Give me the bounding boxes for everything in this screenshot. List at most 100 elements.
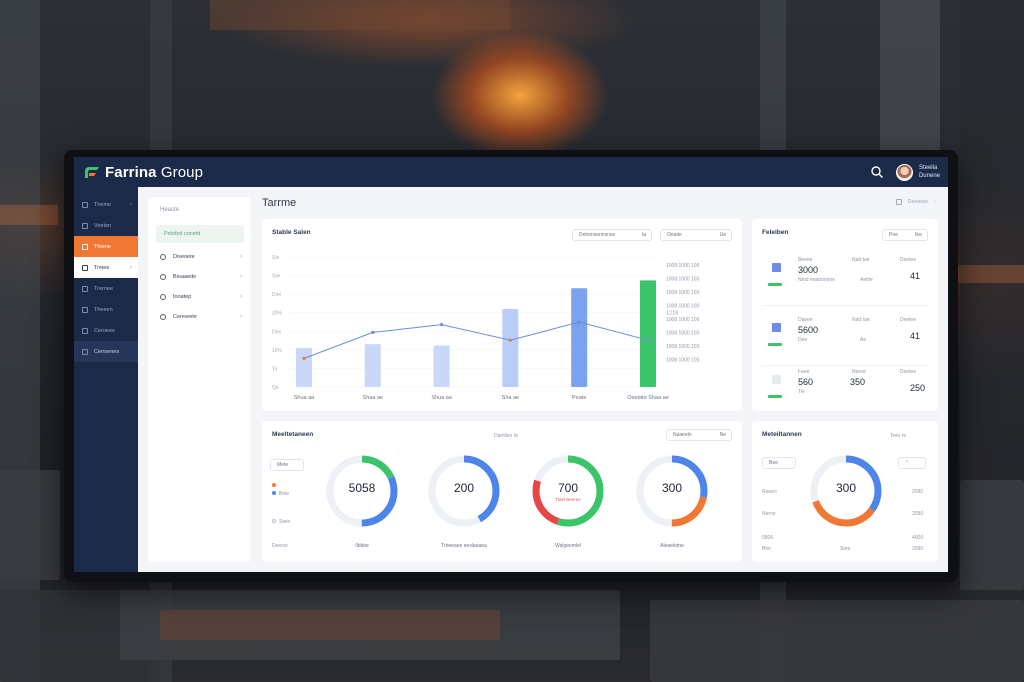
subnav-item-4[interactable]: Cenoeete › bbox=[160, 311, 242, 323]
forecast-row-value: 560 bbox=[798, 377, 814, 387]
left-label: 5806 bbox=[762, 535, 774, 541]
right-label: 2090 bbox=[912, 489, 924, 495]
right-label: 2090 bbox=[912, 511, 924, 517]
header-actions[interactable]: Deneste › bbox=[895, 199, 936, 205]
avatar[interactable] bbox=[895, 163, 913, 181]
card-title: Meteiltannen bbox=[762, 431, 802, 438]
maintenance-filter[interactable]: Damllen Ie bbox=[494, 433, 518, 439]
pill-label: Pee bbox=[889, 232, 898, 238]
summary-filter[interactable]: Tees Ie bbox=[890, 433, 906, 439]
trend-indicator: ⌃ bbox=[898, 457, 926, 469]
y-tick-label: Ta bbox=[272, 366, 278, 372]
logo[interactable]: Farrina Group bbox=[84, 164, 203, 181]
forecast-row-marker bbox=[772, 323, 781, 332]
kpi-donut[interactable]: 300 bbox=[632, 451, 712, 531]
kpi-donut[interactable]: 700 Tlael Beerne bbox=[528, 451, 608, 531]
forecast-row-right: Deetee bbox=[900, 257, 917, 263]
doc-icon bbox=[82, 243, 88, 250]
user-info[interactable]: Steelia Dunene bbox=[919, 164, 940, 180]
y-tick-label: Qe bbox=[272, 385, 279, 391]
circle-icon bbox=[160, 294, 166, 300]
forecast-filter[interactable]: Pee Ibe bbox=[882, 229, 928, 241]
chevron-right-icon: › bbox=[240, 294, 242, 300]
chevron-right-icon: › bbox=[934, 199, 936, 205]
chevron-right-icon: › bbox=[240, 274, 242, 280]
forecast-row-mid-value: 350 bbox=[850, 377, 866, 387]
x-tick-label: Peate bbox=[572, 395, 586, 401]
subnav-active-item[interactable]: Pstefsd conetd bbox=[156, 225, 244, 243]
subnav-title: Heaste bbox=[160, 207, 180, 213]
sidebar-item-label: Theeen bbox=[94, 306, 113, 313]
forecast-row-marker bbox=[772, 263, 781, 272]
chart-bar bbox=[571, 288, 588, 387]
y-right-tick-label: 1008 1000 100 bbox=[666, 290, 700, 296]
legend-dot bbox=[272, 483, 276, 487]
sidebar-item-trernee[interactable]: Trernee bbox=[74, 278, 138, 299]
forecast-row-right: Deetee bbox=[900, 317, 917, 323]
forecast-row-mid2: Aeitte bbox=[860, 277, 873, 283]
chart-bar bbox=[364, 344, 381, 387]
kpi-donut[interactable]: 5058 bbox=[322, 451, 402, 531]
chart-icon bbox=[82, 264, 88, 271]
donut-value: 700 bbox=[557, 481, 579, 495]
donut-label: Ilbbbe bbox=[355, 543, 369, 549]
sidebar-item-label: Thiene bbox=[94, 243, 111, 250]
sidebar-item-theme[interactable]: Theme › bbox=[74, 194, 138, 215]
y-tick-label: Siie bbox=[272, 274, 281, 280]
donut-value: 300 bbox=[661, 481, 683, 495]
y-right-tick-label: 1008 1000 100 bbox=[666, 317, 700, 323]
forecast-row-mid: Natt tae bbox=[852, 257, 870, 263]
chevron-right-icon: › bbox=[130, 264, 132, 271]
summary-donut[interactable]: 300 bbox=[806, 451, 886, 531]
right-label: 2090 bbox=[912, 546, 924, 552]
sidebar-item-ceroees[interactable]: Ceroees bbox=[74, 320, 138, 341]
legend-pill: Mete bbox=[270, 459, 304, 471]
brand-name: Farrina bbox=[105, 163, 157, 181]
left-label: Nerne bbox=[762, 511, 776, 517]
subnav-item-1[interactable]: Diseoete › bbox=[160, 251, 242, 263]
chart-bar bbox=[640, 280, 656, 387]
y-right-tick-label: 1008 1000 100 bbox=[666, 331, 700, 337]
sidebar-item-veeten[interactable]: Veeten bbox=[74, 215, 138, 236]
y-right-tick-label: 1008 1000 100 bbox=[666, 277, 700, 283]
subnav-item-3[interactable]: Iooatep › bbox=[160, 291, 242, 303]
kpi-donut[interactable]: 200 bbox=[424, 451, 504, 531]
donut-value: 200 bbox=[453, 481, 475, 495]
maintenance-range[interactable]: Naaeeln Ne bbox=[666, 429, 732, 441]
chart-point bbox=[508, 338, 512, 342]
subnav-item-2[interactable]: Bioaaede › bbox=[160, 271, 242, 283]
left-label: Reeeo bbox=[762, 489, 777, 495]
settings-icon bbox=[82, 285, 88, 292]
chart-bar bbox=[433, 345, 450, 387]
donut-label: Trbeeaee eeslaeaea bbox=[441, 543, 487, 549]
bottom-label: Deeosi bbox=[272, 543, 288, 549]
chart-point bbox=[302, 356, 306, 360]
sales-chart-card: Stable Salen Detomsennsnse Ia Oeatie Ue Si… bbox=[262, 219, 742, 411]
sidebar-item-cenoenes[interactable]: Cenoenes bbox=[74, 341, 138, 362]
sidebar-item-label: Ceroees bbox=[94, 327, 115, 334]
forecast-row-value: 3000 bbox=[798, 265, 819, 275]
legend-pill: Bee bbox=[762, 457, 796, 469]
sidebar-item-thiene[interactable]: Thiene bbox=[74, 236, 138, 257]
forecast-row-value: 5600 bbox=[798, 325, 819, 335]
home-icon bbox=[82, 201, 88, 208]
user-role: Dunene bbox=[918, 173, 940, 179]
subnav-item-label: Cenoeete bbox=[173, 314, 197, 320]
search-icon[interactable] bbox=[870, 165, 884, 179]
forecast-progress bbox=[768, 283, 782, 286]
grid-icon bbox=[82, 222, 88, 229]
donut-subtext: Tlael Beerne bbox=[555, 497, 581, 502]
y-right-tick-label: 1008 1000 100 bbox=[666, 304, 700, 310]
pill-value: Ibe bbox=[915, 232, 922, 238]
donut-caption: Stee bbox=[840, 546, 851, 552]
sidebar-item-treiee[interactable]: Treiee › bbox=[74, 257, 138, 278]
forecast-row-label: Beeee bbox=[798, 257, 813, 263]
forecast-row-mid: Natt tae bbox=[852, 317, 870, 323]
card-title: Feleiben bbox=[762, 229, 789, 236]
sidebar-item-theeen[interactable]: Theeen bbox=[74, 299, 138, 320]
chart-point bbox=[440, 323, 444, 327]
brand-group: Group bbox=[160, 163, 204, 181]
forecast-row-right: Deetee bbox=[900, 369, 917, 375]
sub-navigation: Heaste Pstefsd conetd Diseoete › Bioaaede… bbox=[148, 197, 251, 562]
page-title: Tarrme bbox=[262, 197, 297, 209]
